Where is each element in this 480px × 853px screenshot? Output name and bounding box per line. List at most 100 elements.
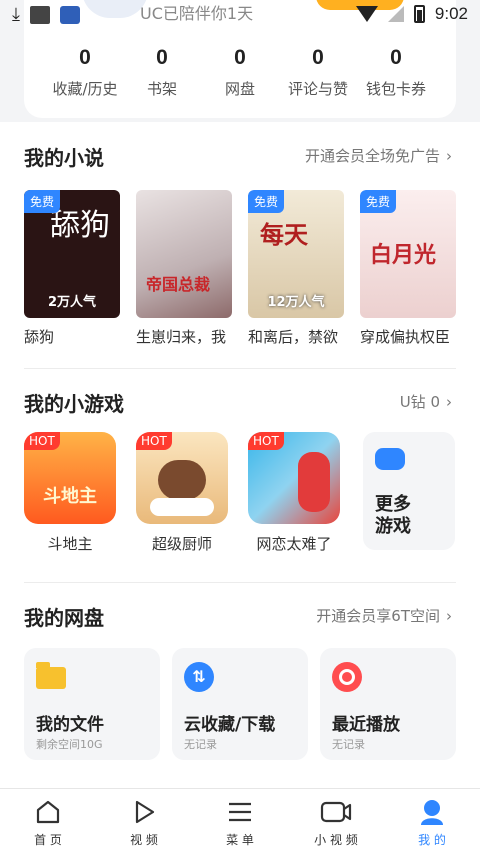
- book-cover: 舔狗 免费 2万人气: [24, 190, 120, 318]
- gamepad-icon: [375, 448, 405, 470]
- stat-label: 网盘: [224, 80, 255, 98]
- more-label: 开通会员享6T空间: [316, 607, 440, 625]
- book-title: 穿成偏执权臣: [360, 328, 451, 346]
- nav-menu[interactable]: 菜 单: [205, 797, 275, 848]
- chevron-right-icon: ›: [446, 393, 452, 411]
- novels-section: 我的小说 开通会员全场免广告 › 舔狗 免费 2万人气 舔狗 帝国总裁 生崽归来，…: [24, 142, 456, 352]
- divider: [24, 582, 456, 583]
- stat-value: 0: [156, 46, 168, 69]
- nav-profile[interactable]: 我 的: [397, 797, 467, 848]
- game-name: 超级厨师: [151, 535, 212, 553]
- hot-badge: HOT: [136, 432, 172, 450]
- more-label: 开通会员全场免广告: [304, 147, 440, 165]
- nav-home[interactable]: 首 页: [13, 797, 83, 848]
- tile-sub: 无记录: [332, 738, 365, 751]
- tile-name: 云收藏/下载: [184, 715, 276, 735]
- stat-comments-likes[interactable]: 0 评论与赞: [273, 46, 363, 99]
- stat-value: 0: [234, 46, 246, 69]
- stat-value: 0: [390, 46, 402, 69]
- stat-value: 0: [312, 46, 324, 69]
- app-notify-icon: [59, 5, 80, 24]
- game-icon-text: 斗地主: [43, 486, 97, 507]
- game-icon: HOT: [248, 432, 340, 524]
- game-card[interactable]: HOT 斗地主 斗地主: [24, 432, 116, 554]
- hot-badge: HOT: [248, 432, 284, 450]
- stat-wallet-coupons[interactable]: 0 钱包卡券: [351, 46, 441, 99]
- tile-name: 最近播放: [332, 715, 400, 735]
- cloud-download-icon: ⇅: [184, 662, 214, 692]
- stat-bookshelf[interactable]: 0 书架: [117, 46, 207, 99]
- u-diamond-link[interactable]: U钻 0 ›: [400, 391, 452, 412]
- section-title: 我的小游戏: [24, 392, 124, 416]
- download-icon: ⤓: [12, 4, 20, 25]
- game-icon: HOT: [136, 432, 228, 524]
- popularity: 12万人气: [267, 295, 325, 310]
- nav-label: 视 频: [130, 833, 158, 847]
- my-files-tile[interactable]: 我的文件 剩余空间10G: [24, 648, 160, 760]
- stat-label: 钱包卡券: [365, 80, 426, 98]
- home-icon: [13, 797, 83, 827]
- signal-icon: [387, 6, 404, 22]
- play-icon: [109, 797, 179, 827]
- free-badge: 免费: [360, 190, 397, 213]
- plate-art: [150, 498, 214, 516]
- more-games-button[interactable]: 更多游戏: [363, 432, 455, 550]
- tile-sub: 剩余空间10G: [36, 738, 103, 751]
- book-card[interactable]: 帝国总裁 生崽归来，我: [136, 190, 232, 347]
- book-card[interactable]: 白月光 免费 穿成偏执权臣: [360, 190, 456, 347]
- game-card[interactable]: HOT 网恋太难了: [248, 432, 340, 554]
- wifi-icon: [355, 6, 378, 22]
- cover-art-text: 舔狗: [50, 208, 110, 243]
- recent-play-tile[interactable]: 最近播放 无记录: [320, 648, 456, 760]
- book-cover: 白月光 免费: [360, 190, 456, 318]
- status-bar: ⤓ UC已陪伴你1天 9:02: [0, 0, 480, 32]
- nav-video[interactable]: 视 频: [109, 797, 179, 848]
- clock: 9:02: [434, 4, 468, 23]
- girl-art: [298, 452, 330, 512]
- profile-icon: [397, 797, 467, 827]
- book-card[interactable]: 每天 免费 12万人气 和离后，禁欲: [248, 190, 344, 347]
- game-name: 斗地主: [47, 535, 93, 553]
- book-title: 舔狗: [24, 328, 55, 346]
- recent-play-icon: [332, 662, 362, 692]
- cover-art-text: 白月光: [370, 242, 437, 268]
- cloud-download-tile[interactable]: ⇅ 云收藏/下载 无记录: [172, 648, 308, 760]
- novels-more-link[interactable]: 开通会员全场免广告 ›: [305, 145, 452, 166]
- stat-label: 书架: [146, 80, 177, 98]
- popularity: 2万人气: [47, 295, 97, 310]
- nav-label: 首 页: [34, 833, 62, 847]
- nav-label: 菜 单: [226, 833, 254, 847]
- menu-icon: [205, 797, 275, 827]
- cover-art-text: 每天: [260, 220, 308, 249]
- book-cover: 每天 免费 12万人气: [248, 190, 344, 318]
- hot-badge: HOT: [24, 432, 60, 450]
- nav-label: 小 视 频: [314, 833, 358, 847]
- battery-icon: [413, 5, 425, 23]
- nav-short-video[interactable]: 小 视 频: [301, 797, 371, 848]
- nav-label: 我 的: [418, 833, 446, 847]
- tile-sub: 无记录: [184, 738, 217, 751]
- tile-name: 我的文件: [36, 715, 104, 735]
- more-label: U钻 0: [399, 393, 440, 411]
- bottom-nav: 首 页 视 频 菜 单 小 视 频 我 的: [0, 788, 480, 853]
- folder-icon: [36, 662, 66, 690]
- games-section: 我的小游戏 U钻 0 › HOT 斗地主 斗地主 HOT 超级厨师 HOT 网恋…: [24, 388, 456, 568]
- chevron-right-icon: ›: [446, 607, 452, 625]
- book-cover: 帝国总裁: [136, 190, 232, 318]
- cloud-section: 我的网盘 开通会员享6T空间 › 我的文件 剩余空间10G ⇅ 云收藏/下载 无记…: [24, 602, 456, 772]
- chevron-right-icon: ›: [446, 147, 452, 165]
- more-games-label: 更多游戏: [375, 494, 411, 537]
- book-title: 和离后，禁欲: [248, 328, 339, 346]
- stat-cloud-drive[interactable]: 0 网盘: [195, 46, 285, 99]
- camera-icon: [301, 797, 371, 827]
- cloud-more-link[interactable]: 开通会员享6T空间 ›: [316, 605, 452, 626]
- uc-profile-page: ⤓ UC已陪伴你1天 9:02 0 收藏/历史 0 书架 0 网盘 0 评论与赞: [0, 0, 480, 853]
- game-card[interactable]: HOT 超级厨师: [136, 432, 228, 554]
- game-name: 网恋太难了: [256, 535, 332, 553]
- app-slogan: UC已陪伴你1天: [140, 4, 254, 23]
- book-card[interactable]: 舔狗 免费 2万人气 舔狗: [24, 190, 120, 347]
- chef-art: [158, 460, 206, 500]
- free-badge: 免费: [248, 190, 285, 213]
- cover-art-text: 帝国总裁: [146, 275, 211, 294]
- game-icon: HOT 斗地主: [24, 432, 116, 524]
